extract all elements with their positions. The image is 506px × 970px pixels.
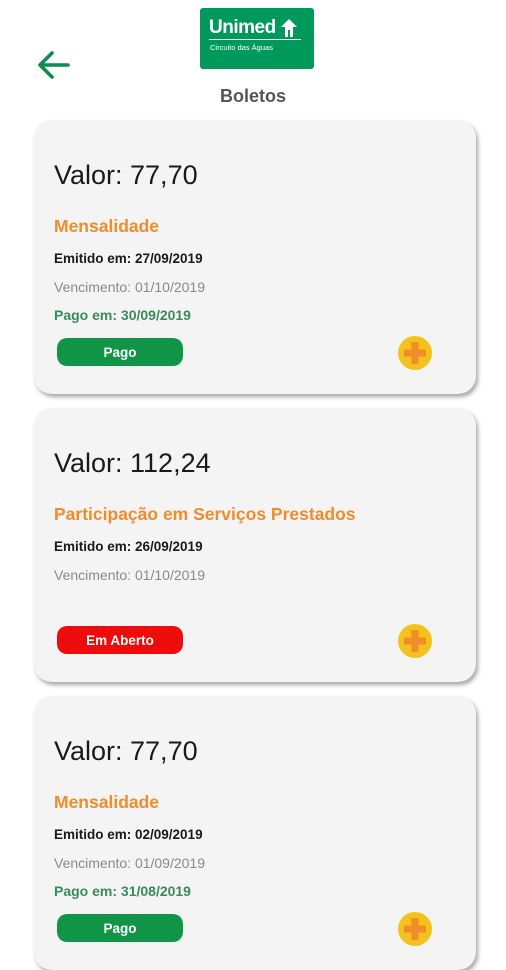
boleto-paid-date: Pago em: 31/08/2019 <box>54 883 191 899</box>
boleto-type: Mensalidade <box>54 216 160 236</box>
boleto-issued-date: Emitido em: 26/09/2019 <box>54 539 203 554</box>
status-badge[interactable]: Pago <box>57 914 183 942</box>
boleto-type: Mensalidade <box>54 792 160 812</box>
boleto-card[interactable]: Valor: 77,70 Mensalidade Emitido em: 02/09… <box>34 696 476 970</box>
details-plus-button[interactable] <box>397 623 433 659</box>
boletos-list: Valor: 77,70 Mensalidade Emitido em: 27/09… <box>0 0 506 970</box>
boleto-issued-date: Emitido em: 02/09/2019 <box>54 827 203 842</box>
boleto-value: Valor: 77,70 <box>54 736 198 766</box>
plus-circle-icon <box>398 624 432 658</box>
details-plus-button[interactable] <box>397 911 433 947</box>
boleto-due-date: Vencimento: 01/10/2019 <box>54 279 206 295</box>
details-plus-button[interactable] <box>397 335 433 371</box>
plus-circle-icon <box>398 912 432 946</box>
boleto-due-date: Vencimento: 01/10/2019 <box>54 567 206 583</box>
boleto-issued-date: Emitido em: 27/09/2019 <box>54 251 203 266</box>
status-badge[interactable]: Pago <box>57 338 183 366</box>
boleto-paid-date: Pago em: 30/09/2019 <box>54 307 191 323</box>
boleto-due-date: Vencimento: 01/09/2019 <box>54 855 206 871</box>
boleto-value: Valor: 112,24 <box>54 448 211 478</box>
boleto-type: Participação em Serviços Prestados <box>54 504 356 524</box>
boleto-card[interactable]: Valor: 112,24 Participação em Serviços Pr… <box>34 408 476 682</box>
boleto-card[interactable]: Valor: 77,70 Mensalidade Emitido em: 27/09… <box>34 120 476 394</box>
boleto-value: Valor: 77,70 <box>54 160 198 190</box>
status-badge[interactable]: Em Aberto <box>57 626 183 654</box>
plus-circle-icon <box>398 336 432 370</box>
